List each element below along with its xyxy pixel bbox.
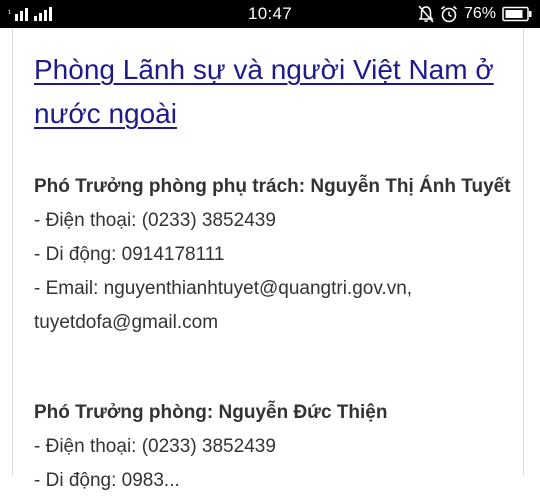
contact-email[interactable]: - Email: nguyenthianhtuyet@quangtri.gov.… [34, 272, 514, 306]
page-title-link[interactable]: Phòng Lãnh sự và người Việt Nam ở nước n… [34, 48, 504, 136]
status-right: 76% [418, 4, 532, 24]
contact-phone[interactable]: - Điện thoại: (0233) 3852439 [34, 430, 514, 464]
contact-mobile[interactable]: - Di động: 0983... [34, 464, 514, 498]
status-bar: ¹ 10:47 76% [0, 0, 540, 28]
contact-name: Phó Trưởng phòng phụ trách: Nguyễn Thị Á… [34, 176, 511, 197]
battery-percent: 76% [463, 5, 496, 22]
contact-block-2: Phó Trưởng phòng: Nguyễn Đức Thiện - Điệ… [34, 396, 514, 498]
contact-phone[interactable]: - Điện thoại: (0233) 3852439 [34, 204, 514, 238]
mute-bell-icon [418, 5, 434, 23]
contact-block-1: Phó Trưởng phòng phụ trách: Nguyễn Thị Á… [34, 170, 514, 340]
battery-icon [502, 6, 532, 22]
alarm-icon [440, 5, 457, 23]
page-content: Phòng Lãnh sự và người Việt Nam ở nước n… [12, 28, 524, 491]
contact-email-secondary[interactable]: tuyetdofa@gmail.com [34, 306, 514, 340]
contact-mobile[interactable]: - Di động: 0914178111 [34, 238, 514, 272]
contact-name: Phó Trưởng phòng: Nguyễn Đức Thiện [34, 402, 388, 423]
